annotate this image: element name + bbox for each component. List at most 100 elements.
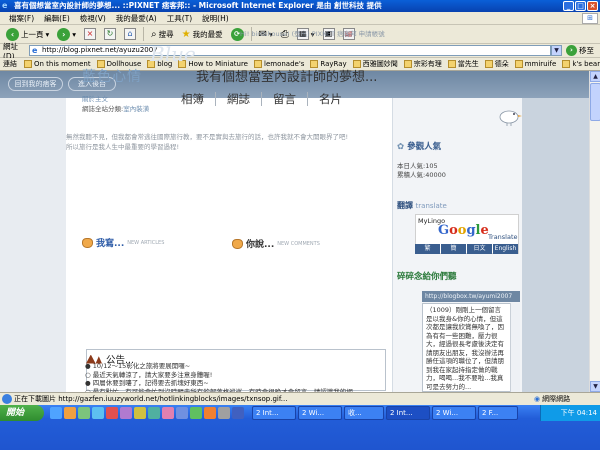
home-icon: ⌂ [124,28,137,40]
notes-scrollbar[interactable] [510,303,520,392]
quicklaunch-app-icon[interactable] [232,407,244,419]
intro-line: 無然我聽不見，但我都會常逃往國際旅行教，要不是實與去旅行的話，也許我就不會大開眼… [66,133,349,141]
search-button[interactable]: ⌕ 搜尋 [148,26,177,42]
taskbar-task[interactable]: 2 Wi... [432,406,476,420]
articles-title: 我寫... [96,239,125,249]
home-button[interactable]: ⌂ [121,26,139,42]
page-icon [447,60,456,68]
ie-icon: e [2,1,8,10]
notes-url[interactable]: http://blogbox.tw/ayumi2007 [422,291,520,302]
nav-guestbook[interactable]: 留言 [261,92,307,106]
cat-icon [82,237,93,248]
quicklaunch-app-icon[interactable] [204,407,216,419]
search-label: 搜尋 [158,29,174,39]
menu-favorites[interactable]: 我的最愛(A) [111,13,162,24]
quicklaunch-app-icon[interactable] [176,407,188,419]
menu-tools[interactable]: 工具(T) [162,13,197,24]
quicklaunch-app-icon[interactable] [148,407,160,419]
close-button[interactable]: × [587,1,598,11]
quicklaunch-app-icon[interactable] [218,407,230,419]
notes-title: 碎碎念給你們聽 [397,272,457,282]
window-controls: _ □ × [563,1,598,11]
address-dropdown-button[interactable]: ▼ [551,45,562,56]
comments-subtitle: NEW COMMENTS [277,240,320,247]
go-button[interactable]: › 移至 [566,45,594,56]
total-value: 40000 [425,171,446,179]
quicklaunch-app-icon[interactable] [190,407,202,419]
lang-traditional-button[interactable]: 繁 [415,244,440,254]
site-category-value[interactable]: 室內裝潢 [123,105,149,113]
status-text: 正在下載圖片 http://gazfen.iuuzyworld.net/hotl… [14,395,288,403]
window-title: 喜有個想當室內設計師的夢想... ::PIXNET 痞客邦:: - Micros… [14,1,382,10]
scroll-down-button[interactable]: ▼ [590,381,600,392]
site-category: 網誌全站分類:室內裝潢 [82,103,149,113]
address-input[interactable]: http://blog.pixnet.net/ayuzu2007 [29,45,551,56]
menu-help[interactable]: 說明(H) [197,13,234,24]
blog-nav: 相簿 網誌 留言 名片 [170,92,353,106]
taskbar-task[interactable]: 2 Int... [252,406,296,420]
back-arrow-icon: ‹ [6,27,19,41]
link-item[interactable]: mmiruife [512,60,560,68]
start-button[interactable]: 開始 [0,405,44,421]
forward-button[interactable]: › ▾ [54,26,79,42]
login-status-line[interactable]: Hi! birdshouse! (登出) PIXNET 痞客邦 申請帳號 [240,28,388,38]
link-item[interactable]: 宗彩有理 [401,59,445,69]
quicklaunch-media-icon[interactable] [64,407,76,419]
menu-view[interactable]: 檢視(V) [75,13,111,24]
total-label: 累積人氣: [397,171,426,179]
lang-simplified-button[interactable]: 簡 [441,244,466,254]
announcement-line: ● 四層休要到嘍了，記得要去抓塊好東西~ [85,379,209,387]
about-link[interactable]: 關於主文 [82,93,108,103]
visitors-title-text: 參觀人氣 [407,142,442,152]
taskbar-task[interactable]: 2 Wi... [298,406,342,420]
status-bar: 正在下載圖片 http://gazfen.iuuzyworld.net/hotl… [0,392,600,405]
scroll-up-button[interactable]: ▲ [590,71,600,82]
announcement-line: ○ 最近天氣轉涼了，請大家要多注意身體喔! [85,370,213,379]
taskbar-task[interactable]: 2 Int... [386,406,430,420]
taskbar-task[interactable]: 收... [344,406,384,420]
menu-file[interactable]: 檔案(F) [4,13,39,24]
windows-logo-icon: ⊞ [582,13,598,24]
link-item[interactable]: 德朵 [482,59,512,69]
quicklaunch-app-icon[interactable] [134,407,146,419]
minimize-button[interactable]: _ [563,1,574,11]
security-zone: ◉ 網際網路 [534,394,570,404]
page-icon [24,60,32,68]
menu-edit[interactable]: 編輯(E) [39,13,75,24]
lang-japanese-button[interactable]: 日文 [467,244,492,254]
page-scrollbar[interactable]: ▲ ▼ [589,71,600,392]
quicklaunch-messenger-icon[interactable] [92,407,104,419]
visitor-stats: 本日人氣:105 累積人氣:40000 [397,162,446,180]
quicklaunch-app-icon[interactable] [120,407,132,419]
quicklaunch-ie-icon[interactable] [50,407,62,419]
language-buttons: 繁 簡 日文 English [415,244,518,254]
scroll-thumb[interactable] [590,83,600,121]
nav-profile[interactable]: 名片 [307,92,353,106]
link-label: k's bear [572,60,600,68]
link-item[interactable]: k's bear [559,60,600,68]
favorites-button[interactable]: ★ 我的最愛 [179,26,226,42]
nav-blog[interactable]: 網誌 [215,92,261,106]
star-icon: ★ [181,28,191,40]
taskbar-task[interactable]: 2 F... [478,406,518,420]
clock[interactable]: 下午 04:14 [561,409,597,417]
link-label: 宗彩有理 [413,60,442,68]
forward-arrow-icon: › [57,27,71,41]
refresh-button[interactable]: ↻ [101,26,119,42]
quicklaunch-app-icon[interactable] [106,407,118,419]
comments-section-header: 你說... NEW COMMENTS [232,237,320,250]
quicklaunch-app-icon[interactable] [162,407,174,419]
refresh-icon: ↻ [104,28,117,40]
maximize-button[interactable]: □ [575,1,586,11]
nav-album[interactable]: 相簿 [170,92,215,106]
visitors-title: ✿ 參觀人氣 [397,140,441,152]
quicklaunch-desktop-icon[interactable] [78,407,90,419]
menu-bar: 檔案(F) 編輯(E) 檢視(V) 我的最愛(A) 工具(T) 說明(H) ⊞ [0,12,600,25]
back-to-pixnet-button[interactable]: 回到我的痞客 [8,77,63,91]
link-item[interactable]: 當先生 [445,59,482,69]
stop-button[interactable]: × [81,26,99,42]
lang-english-button[interactable]: English [493,244,518,254]
blog-tagline: 我有個想當室內設計師的夢想... [196,70,378,85]
blog-title[interactable]: 藍色心情 [82,66,142,86]
toolbar-divider [143,27,145,41]
